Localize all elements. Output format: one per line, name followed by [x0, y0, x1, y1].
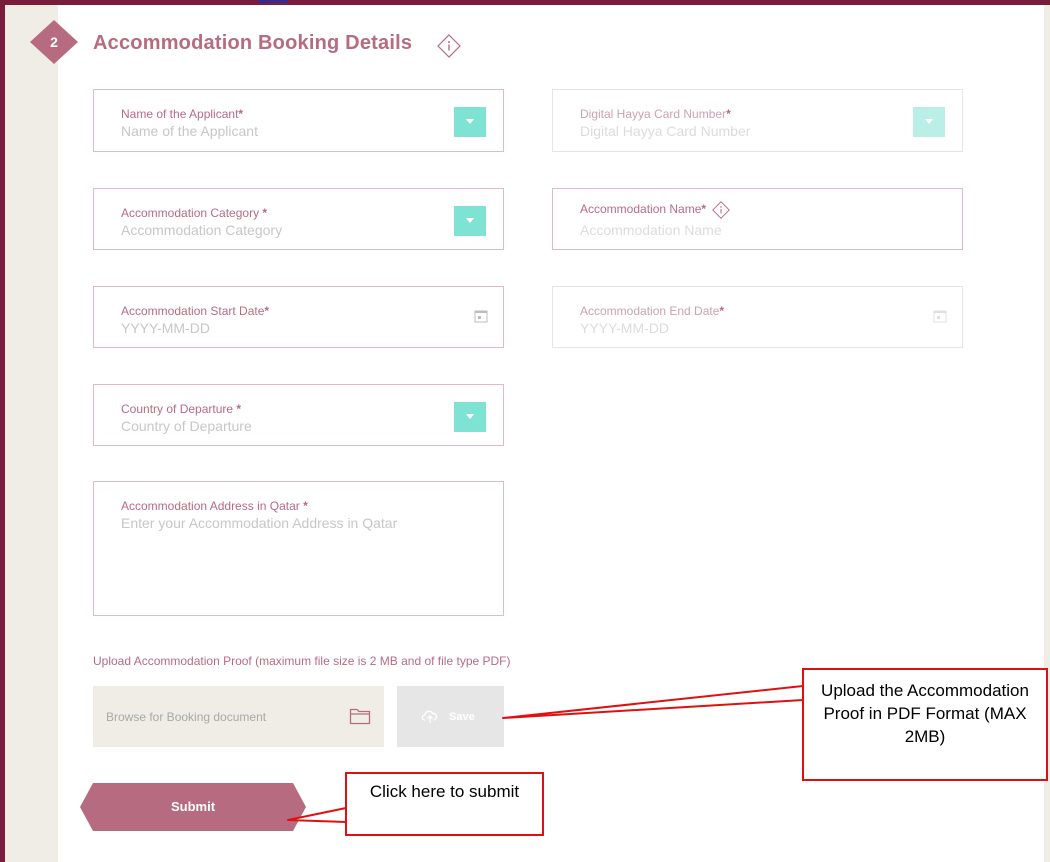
- browse-file-input[interactable]: Browse for Booking document: [93, 686, 384, 747]
- browse-placeholder: Browse for Booking document: [106, 710, 267, 724]
- field-placeholder: Country of Departure: [121, 418, 252, 434]
- accommodation-category-dropdown[interactable]: Accommodation Category * Accommodation C…: [93, 188, 504, 250]
- cloud-upload-icon: [421, 710, 438, 723]
- hayya-card-dropdown[interactable]: Digital Hayya Card Number* Digital Hayya…: [552, 89, 963, 152]
- chevron-down-icon[interactable]: [913, 107, 945, 137]
- info-icon[interactable]: [437, 34, 461, 58]
- field-label: Name of the Applicant*: [121, 107, 244, 121]
- step-number: 2: [50, 34, 58, 50]
- field-placeholder: Name of the Applicant: [121, 123, 258, 139]
- field-label: Accommodation Address in Qatar *: [121, 499, 308, 513]
- folder-icon[interactable]: [349, 707, 371, 725]
- info-icon[interactable]: [712, 201, 730, 219]
- field-label: Digital Hayya Card Number*: [580, 107, 731, 121]
- end-date-field[interactable]: Accommodation End Date* YYYY-MM-DD: [552, 286, 963, 348]
- top-title-fragment: [258, 0, 288, 3]
- save-label: Save: [449, 711, 475, 723]
- section-title: Accommodation Booking Details: [93, 32, 413, 54]
- submit-label: Submit: [170, 799, 216, 814]
- upload-label: Upload Accommodation Proof (maximum file…: [93, 654, 511, 668]
- submit-callout: Click here to submit: [345, 772, 544, 836]
- accommodation-name-field[interactable]: Accommodation Name* Accommodation Name: [552, 188, 963, 250]
- field-placeholder: Digital Hayya Card Number: [580, 123, 751, 139]
- field-placeholder: YYYY-MM-DD: [580, 320, 669, 336]
- step-badge: 2: [30, 20, 78, 64]
- chevron-down-icon[interactable]: [454, 402, 486, 432]
- save-button[interactable]: Save: [397, 686, 504, 747]
- country-departure-dropdown[interactable]: Country of Departure * Country of Depart…: [93, 384, 504, 446]
- applicant-name-dropdown[interactable]: Name of the Applicant* Name of the Appli…: [93, 89, 504, 152]
- left-gutter: [5, 5, 58, 862]
- calendar-icon[interactable]: [474, 309, 488, 323]
- field-label: Accommodation Name*: [580, 201, 730, 219]
- field-placeholder: Enter your Accommodation Address in Qata…: [121, 515, 398, 531]
- chevron-down-icon[interactable]: [454, 206, 486, 236]
- field-placeholder: YYYY-MM-DD: [121, 320, 210, 336]
- chevron-down-icon[interactable]: [454, 107, 486, 137]
- upload-callout: Upload the Accommodation Proof in PDF Fo…: [802, 668, 1048, 781]
- field-label: Accommodation Start Date*: [121, 304, 270, 318]
- address-textarea[interactable]: Accommodation Address in Qatar * Enter y…: [93, 481, 504, 616]
- field-placeholder: Accommodation Category: [121, 222, 283, 238]
- calendar-icon[interactable]: [933, 309, 947, 323]
- field-label: Accommodation Category *: [121, 206, 268, 220]
- field-label: Country of Departure *: [121, 402, 242, 416]
- start-date-field[interactable]: Accommodation Start Date* YYYY-MM-DD: [93, 286, 504, 348]
- submit-button[interactable]: Submit: [80, 783, 306, 831]
- field-placeholder: Accommodation Name: [580, 222, 722, 238]
- field-label: Accommodation End Date*: [580, 304, 725, 318]
